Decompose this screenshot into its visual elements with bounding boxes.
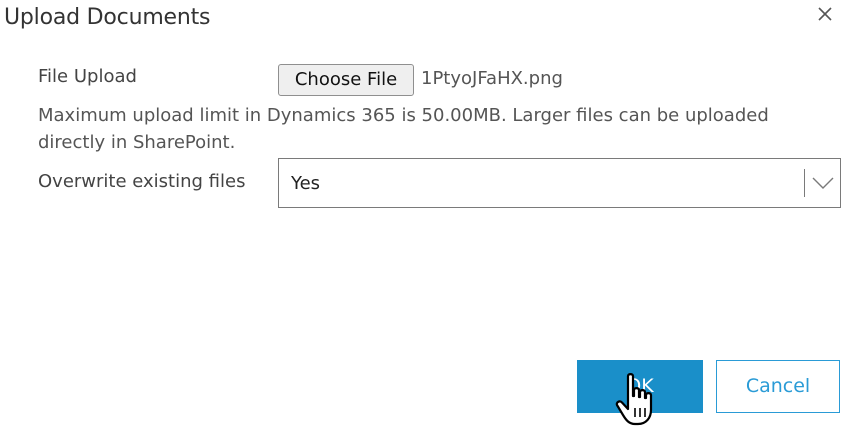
dialog-title: Upload Documents	[4, 5, 211, 30]
overwrite-select[interactable]: Yes	[278, 158, 841, 208]
selected-file-name: 1PtyoJFaHX.png	[421, 68, 563, 89]
select-divider	[804, 169, 805, 197]
cancel-button[interactable]: Cancel	[716, 360, 840, 413]
upload-documents-dialog: Upload Documents File Upload Choose File…	[0, 0, 857, 439]
choose-file-button[interactable]: Choose File	[278, 64, 414, 96]
overwrite-existing-files-label: Overwrite existing files	[38, 171, 246, 192]
ok-button[interactable]: OK	[577, 360, 703, 413]
close-icon[interactable]	[814, 3, 836, 25]
upload-limit-help-text: Maximum upload limit in Dynamics 365 is …	[38, 105, 769, 153]
chevron-down-icon[interactable]	[811, 175, 835, 191]
overwrite-select-value: Yes	[291, 173, 321, 194]
file-upload-label: File Upload	[38, 66, 137, 87]
